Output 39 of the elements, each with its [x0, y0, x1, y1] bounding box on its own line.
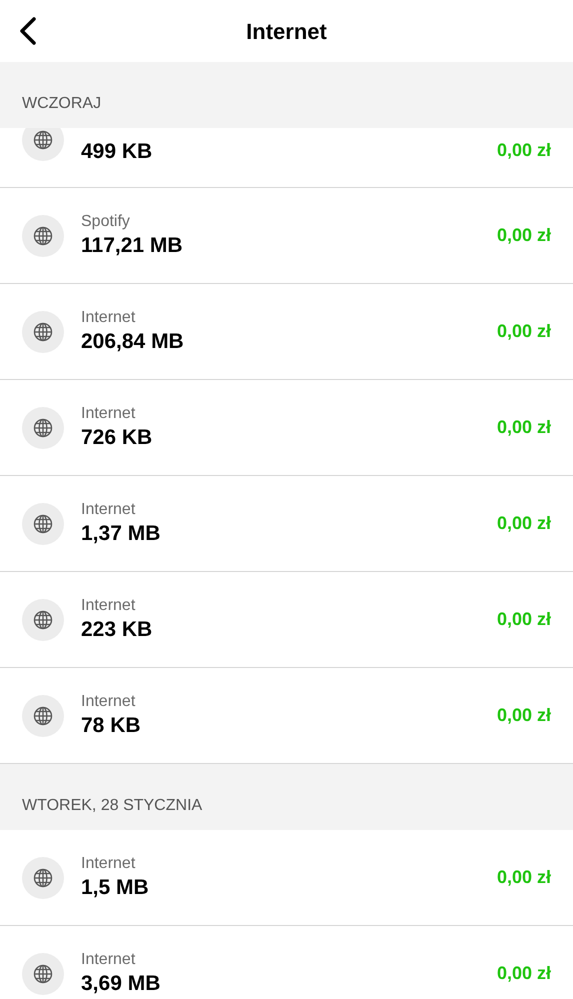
data-amount: 1,37 MB	[81, 520, 160, 546]
usage-label: Internet	[81, 692, 136, 712]
cost-amount: 0,00 zł	[496, 704, 551, 727]
data-amount: 223 KB	[81, 616, 152, 642]
globe-icon	[33, 964, 53, 984]
globe-icon	[33, 514, 53, 534]
data-amount: 3,69 MB	[81, 970, 160, 996]
data-amount: 726 KB	[81, 424, 152, 450]
data-amount: 499 KB	[81, 138, 152, 164]
data-amount: 1,5 MB	[81, 874, 149, 900]
globe-icon	[33, 868, 53, 888]
section-header: WTOREK, 28 STYCZNIA	[0, 764, 573, 830]
data-amount: 78 KB	[81, 712, 141, 738]
cost-amount: 0,00 zł	[496, 608, 551, 631]
usage-label: Internet	[81, 596, 136, 616]
globe-icon	[33, 610, 53, 630]
cost-amount: 0,00 zł	[496, 962, 551, 985]
page-title: Internet	[246, 18, 327, 46]
cost-amount: 0,00 zł	[496, 416, 551, 439]
cost-amount: 0,00 zł	[496, 512, 551, 535]
cost-amount: 0,00 zł	[496, 320, 551, 343]
globe-icon	[33, 418, 53, 438]
globe-icon	[33, 322, 53, 342]
usage-label: Internet	[81, 308, 136, 328]
cost-amount: 0,00 zł	[496, 224, 551, 247]
usage-label: Internet	[81, 950, 136, 970]
data-amount: 117,21 MB	[81, 232, 183, 258]
section-header: WCZORAJ	[0, 62, 573, 128]
usage-label: Internet	[81, 854, 136, 874]
usage-label: Internet	[81, 500, 136, 520]
chevron-left-icon	[19, 16, 37, 46]
usage-label: Internet	[81, 404, 136, 424]
cost-amount: 0,00 zł	[496, 139, 551, 162]
globe-icon	[33, 706, 53, 726]
usage-label: Spotify	[81, 212, 131, 232]
data-amount: 206,84 MB	[81, 328, 184, 354]
cost-amount: 0,00 zł	[496, 866, 551, 889]
globe-icon	[33, 130, 53, 150]
globe-icon	[33, 226, 53, 246]
